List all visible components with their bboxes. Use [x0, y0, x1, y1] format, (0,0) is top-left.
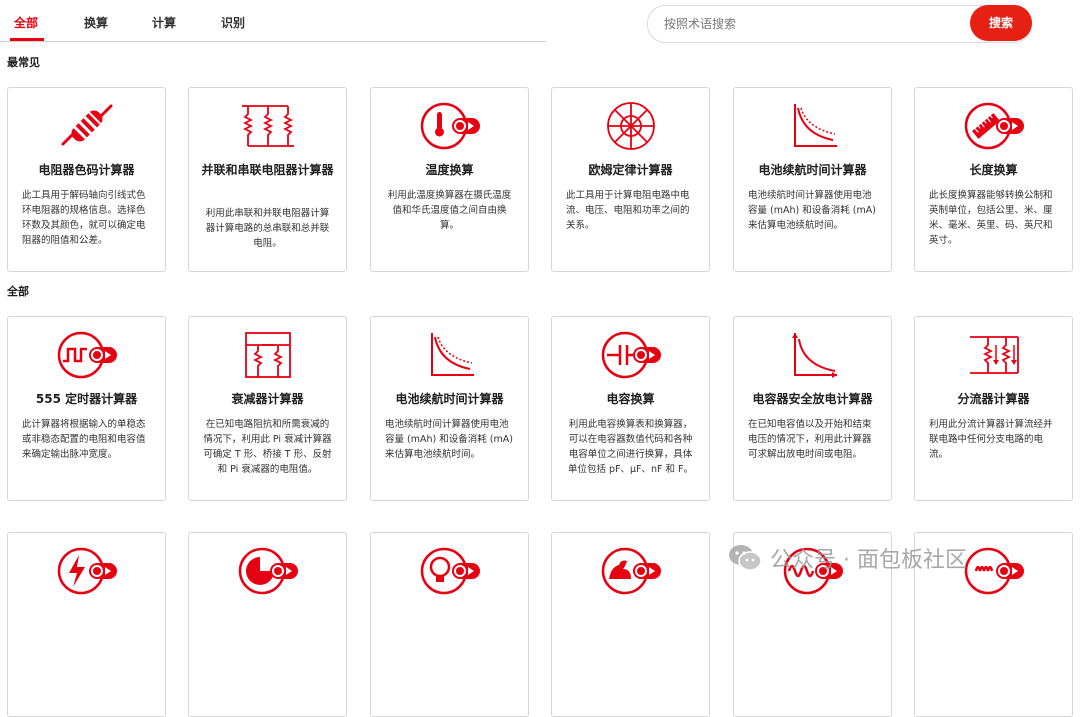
card-description: 此工具用于计算电阻电路中电流、电压、电阻和功率之间的关系。 [566, 190, 690, 231]
battery-discharge-curve-icon [793, 104, 837, 147]
tool-card[interactable]: 电阻器色码计算器 此工具用于解码轴向引线式色环电阻器的规格信息。选择色环数及其颜… [7, 87, 166, 272]
capacitor-discharge-icon [791, 333, 837, 378]
card-description: 此计算器将根据输入的单稳态或非稳态配置的电阻和电容值来确定输出脉冲宽度。 [22, 419, 146, 460]
card-description: 在已知电路阻抗和所需衰减的情况下，利用此 Pi 衰减计算器可确定 T 形、桥接 … [203, 419, 332, 475]
tab-bar: 全部 换算 计算 识别 [0, 0, 546, 42]
watermark: 公众号 · 面包板社区 [728, 540, 1058, 576]
card-description: 利用此串联和并联电阻器计算器计算电路的总串联和总并联电阻。 [205, 208, 330, 249]
tool-card[interactable]: 555 定时器计算器 此计算器将根据输入的单稳态或非稳态配置的电阻和电容值来确定… [7, 316, 166, 501]
card-description: 此工具用于解码轴向引线式色环电阻器的规格信息。选择色环数及其颜色，就可以确定电阻… [22, 190, 146, 246]
card-title: 温度换算 [425, 163, 474, 177]
card-title: 欧姆定律计算器 [588, 163, 673, 177]
ruler-convert-icon [964, 102, 1024, 150]
battery-discharge-curve-icon [430, 333, 474, 376]
tab-calculation[interactable]: 计算 [152, 14, 176, 31]
tool-card[interactable] [188, 532, 347, 717]
card-title: 电阻器色码计算器 [38, 163, 135, 177]
tool-card[interactable]: 衰减器计算器 在已知电路阻抗和所需衰减的情况下，利用此 Pi 衰减计算器可确定 … [188, 316, 347, 501]
card-description: 利用此电容换算表和换算器，可以在电容器数值代码和各种电容单位之间进行换算，具体单… [567, 419, 693, 475]
tool-card[interactable] [370, 532, 529, 717]
card-description: 在已知电容值以及开始和结束电压的情况下，利用此计算器可求解出放电时间或电阻。 [748, 419, 872, 460]
tool-card[interactable]: 温度换算 利用此温度换算器在摄氏温度值和华氏温度值之间自由换算。 [370, 87, 529, 272]
card-title: 并联和串联电阻器计算器 [201, 163, 334, 177]
card-description: 利用此温度换算器在摄氏温度值和华氏温度值之间自由换算。 [387, 190, 512, 231]
card-description: 电池续航时间计算器使用电池容量 (mAh) 和设备消耗 (mA) 来估算电池续航… [385, 419, 513, 460]
card-title: 电池续航时间计算器 [758, 163, 867, 177]
parallel-series-resistor-icon [241, 105, 294, 147]
thermometer-convert-icon [420, 102, 480, 150]
power-bolt-icon [57, 547, 117, 595]
tab-conversion[interactable]: 换算 [84, 14, 108, 31]
tool-card[interactable]: 长度换算 此长度换算器能够转换公制和英制单位，包括公里、米、厘米、毫米、英里、码… [914, 87, 1073, 272]
current-divider-icon [969, 336, 1019, 374]
card-description: 利用此分流计算器计算流经并联电路中任何分支电路的电流。 [929, 419, 1053, 460]
card-title: 电容换算 [606, 392, 655, 406]
tool-card[interactable]: 电池续航时间计算器 电池续航时间计算器使用电池容量 (mAh) 和设备消耗 (m… [733, 87, 892, 272]
search-button[interactable]: 搜索 [970, 5, 1032, 41]
card-title: 电容器安全放电计算器 [752, 392, 873, 406]
section-heading-common: 最常见 [7, 56, 40, 69]
timer-555-icon [57, 331, 117, 379]
active-tab-indicator [10, 38, 44, 41]
tool-card[interactable]: 电容换算 利用此电容换算表和换算器，可以在电容器数值代码和各种电容单位之间进行换… [551, 316, 710, 501]
tool-card[interactable]: 电池续航时间计算器 电池续航时间计算器使用电池容量 (mAh) 和设备消耗 (m… [370, 316, 529, 501]
card-title: 长度换算 [969, 163, 1018, 177]
attenuator-icon [244, 332, 291, 378]
tool-card[interactable] [551, 532, 710, 717]
muscle-convert-icon [601, 547, 661, 595]
tool-card[interactable] [7, 532, 166, 717]
wechat-icon [729, 545, 762, 571]
tool-card[interactable]: 分流器计算器 利用此分流计算器计算流经并联电路中任何分支电路的电流。 [914, 316, 1073, 501]
search-input[interactable] [662, 6, 966, 42]
section-heading-all: 全部 [7, 285, 29, 298]
search-box: 搜索 [647, 5, 1032, 43]
tab-all[interactable]: 全部 [14, 14, 38, 31]
card-title: 555 定时器计算器 [35, 392, 138, 406]
pie-convert-icon [238, 547, 298, 595]
card-description: 此长度换算器能够转换公制和英制单位，包括公里、米、厘米、毫米、英里、码、英尺和英… [929, 190, 1053, 246]
tool-card[interactable]: 欧姆定律计算器 此工具用于计算电阻电路中电流、电压、电阻和功率之间的关系。 [551, 87, 710, 272]
tool-card[interactable]: 电容器安全放电计算器 在已知电容值以及开始和结束电压的情况下，利用此计算器可求解… [733, 316, 892, 501]
card-title: 衰减器计算器 [231, 392, 304, 406]
lightbulb-convert-icon [420, 547, 480, 595]
card-title: 电池续航时间计算器 [395, 392, 504, 406]
watermark-text: 公众号 · 面包板社区 [770, 548, 967, 573]
resistor-icon [61, 104, 112, 146]
ohms-law-wheel-icon [606, 102, 655, 150]
card-title: 分流器计算器 [957, 392, 1030, 406]
capacitor-convert-icon [601, 331, 661, 379]
card-description: 电池续航时间计算器使用电池容量 (mAh) 和设备消耗 (mA) 来估算电池续航… [748, 190, 876, 231]
tab-identification[interactable]: 识别 [221, 14, 245, 31]
tool-card[interactable]: 并联和串联电阻器计算器 利用此串联和并联电阻器计算器计算电路的总串联和总并联电阻… [188, 87, 347, 272]
